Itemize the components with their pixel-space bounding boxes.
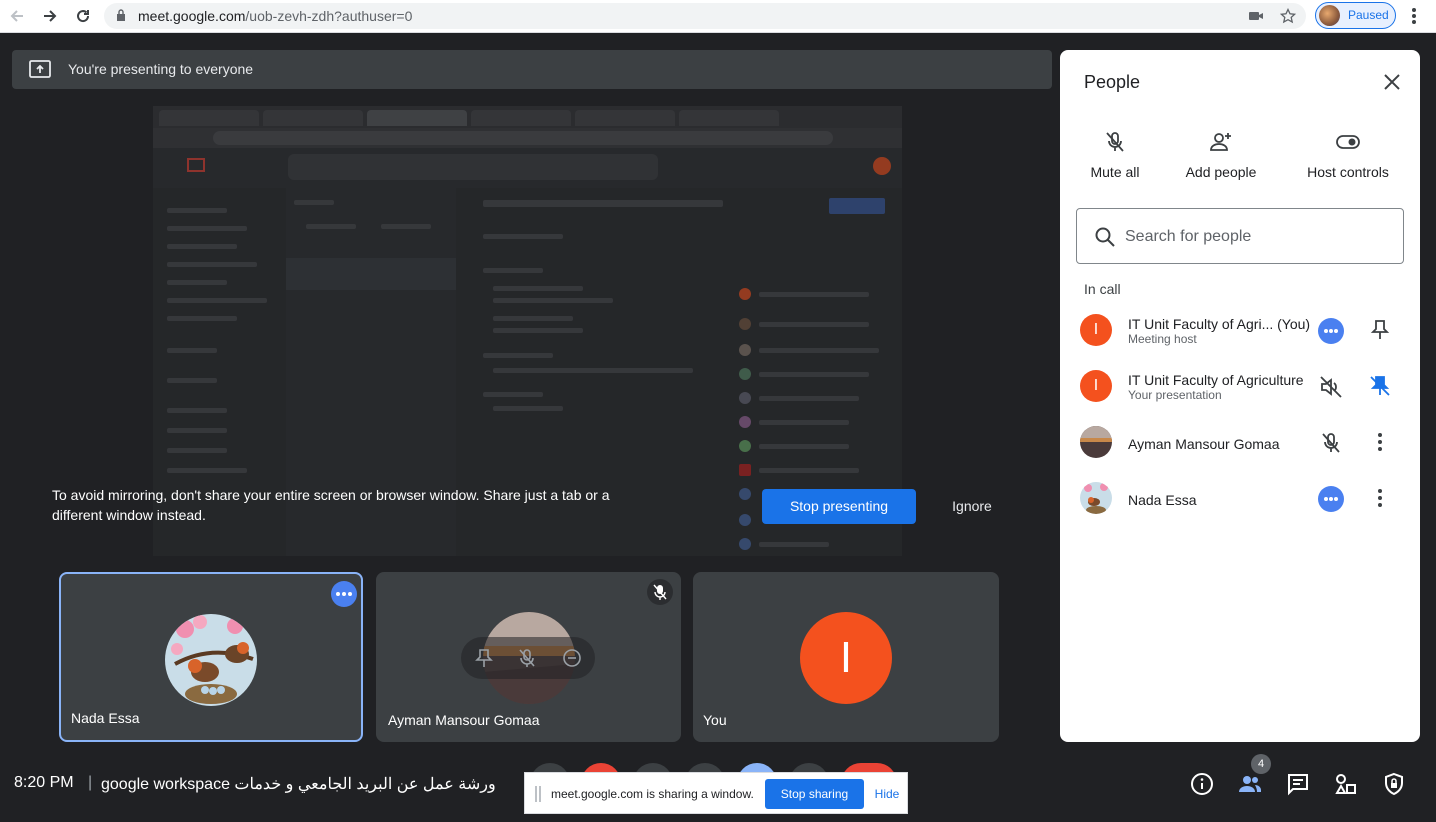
participant-name-text: Nada Essa (1128, 492, 1197, 508)
add-people-button[interactable]: Add people (1166, 130, 1276, 190)
search-people-input[interactable]: Search for people (1076, 208, 1404, 264)
participant-avatar (1080, 426, 1112, 458)
mute-all-button[interactable]: Mute all (1060, 130, 1170, 190)
sharing-notice-text: meet.google.com is sharing a window. (551, 787, 754, 801)
url-path: /uob-zevh-zdh?authuser=0 (245, 8, 413, 24)
more-options-icon[interactable] (331, 581, 357, 607)
presenting-banner: You're presenting to everyone (12, 50, 1052, 89)
search-icon (1095, 227, 1115, 247)
more-options-icon[interactable] (1318, 318, 1344, 344)
participant-avatar-nada-essa (165, 614, 257, 706)
profile-button[interactable]: Paused (1315, 2, 1396, 29)
mute-all-label: Mute all (1090, 164, 1140, 180)
stop-sharing-button[interactable]: Stop sharing (765, 779, 864, 809)
people-panel: People Mute all Add people Host controls… (1060, 50, 1420, 742)
url-text: meet.google.com/uob-zevh-zdh?authuser=0 (138, 8, 412, 24)
participant-row-you[interactable]: I IT Unit Faculty of Agri... (You) Meeti… (1060, 304, 1420, 360)
participant-you-suffix: (You) (1277, 316, 1311, 332)
participant-avatar (1080, 482, 1112, 514)
bookmark-star-icon[interactable] (1280, 8, 1296, 24)
sharing-notification-bar: meet.google.com is sharing a window. Sto… (524, 772, 908, 814)
participant-name-text: IT Unit Faculty of Agri... (1128, 316, 1274, 332)
self-avatar: I (800, 612, 892, 704)
add-people-label: Add people (1185, 164, 1257, 180)
address-bar[interactable]: meet.google.com/uob-zevh-zdh?authuser=0 (104, 3, 1306, 29)
participant-row-nada[interactable]: Nada Essa (1060, 472, 1420, 528)
host-controls-shield-icon[interactable] (1382, 772, 1406, 796)
back-icon[interactable] (4, 4, 30, 28)
participant-name-text: Ayman Mansour Gomaa (1128, 436, 1280, 452)
participant-tile-ayman-mansour-gomaa[interactable]: Ayman Mansour Gomaa (376, 572, 681, 742)
participant-tile-you[interactable]: I You (693, 572, 999, 742)
profile-status: Paused (1348, 8, 1389, 22)
mic-off-icon[interactable] (1318, 430, 1344, 456)
drag-handle-icon[interactable] (535, 786, 541, 802)
host-controls-label: Host controls (1307, 164, 1389, 180)
chat-icon[interactable] (1286, 772, 1310, 796)
profile-avatar (1319, 5, 1340, 26)
self-avatar-initial: I (839, 633, 853, 682)
participant-name: You (703, 712, 727, 728)
participant-subtitle: Your presentation (1128, 388, 1222, 402)
ignore-button[interactable]: Ignore (936, 489, 1008, 524)
close-icon[interactable] (1376, 66, 1408, 98)
present-screen-icon (29, 60, 51, 78)
participant-tile-nada-essa[interactable]: Nada Essa (59, 572, 363, 742)
participant-avatar: I (1080, 314, 1112, 346)
mirroring-warning-text: To avoid mirroring, don't share your ent… (52, 487, 610, 523)
participant-avatar: I (1080, 370, 1112, 402)
pin-icon[interactable] (475, 648, 493, 668)
kebab-menu-icon[interactable] (1368, 430, 1392, 454)
person-add-icon (1210, 133, 1231, 151)
mute-participant-icon[interactable] (518, 648, 536, 668)
participant-row-name: IT Unit Faculty of Agri... (You) (1128, 316, 1310, 332)
camera-indicator-icon[interactable] (1248, 8, 1264, 24)
presenting-banner-text: You're presenting to everyone (68, 61, 254, 77)
mic-off-icon (1106, 132, 1124, 152)
remove-participant-icon[interactable] (562, 648, 582, 668)
tile-hover-controls (461, 637, 595, 679)
participant-name-text: IT Unit Faculty of Agriculture (1128, 372, 1304, 388)
lock-icon (117, 9, 125, 21)
toggle-icon (1336, 135, 1360, 149)
participant-row-ayman[interactable]: Ayman Mansour Gomaa (1060, 416, 1420, 472)
muted-mic-icon (647, 579, 673, 605)
panel-title: People (1084, 72, 1141, 92)
search-placeholder: Search for people (1125, 228, 1252, 245)
reload-icon[interactable] (70, 4, 96, 28)
people-count-badge: 4 (1251, 754, 1271, 774)
url-host: meet.google.com (138, 8, 246, 24)
hide-button[interactable]: Hide (870, 779, 904, 809)
forward-icon[interactable] (37, 4, 63, 28)
volume-off-icon[interactable] (1318, 374, 1344, 400)
people-icon[interactable] (1238, 772, 1262, 796)
participant-name: Ayman Mansour Gomaa (388, 712, 540, 728)
browser-toolbar: meet.google.com/uob-zevh-zdh?authuser=0 … (0, 0, 1436, 33)
browser-menu-icon[interactable] (1406, 4, 1422, 28)
stop-presenting-button[interactable]: Stop presenting (762, 489, 916, 524)
in-call-section-label: In call (1084, 281, 1121, 297)
more-options-icon[interactable] (1318, 486, 1344, 512)
participant-subtitle: Meeting host (1128, 332, 1197, 346)
participant-name: Nada Essa (71, 710, 140, 726)
host-controls-button[interactable]: Host controls (1292, 130, 1404, 190)
pin-icon[interactable] (1368, 318, 1392, 342)
title-separator: | (88, 774, 93, 791)
activities-icon[interactable] (1334, 772, 1358, 796)
participant-row-presentation[interactable]: I IT Unit Faculty of Agriculture Your pr… (1060, 360, 1420, 416)
kebab-menu-icon[interactable] (1368, 486, 1392, 510)
meeting-clock: 8:20 PM (14, 774, 74, 791)
meeting-details-icon[interactable] (1190, 772, 1214, 796)
unpin-icon[interactable] (1368, 374, 1392, 398)
meeting-title: google workspace ورشة عمل عن البريد الجا… (101, 776, 496, 793)
